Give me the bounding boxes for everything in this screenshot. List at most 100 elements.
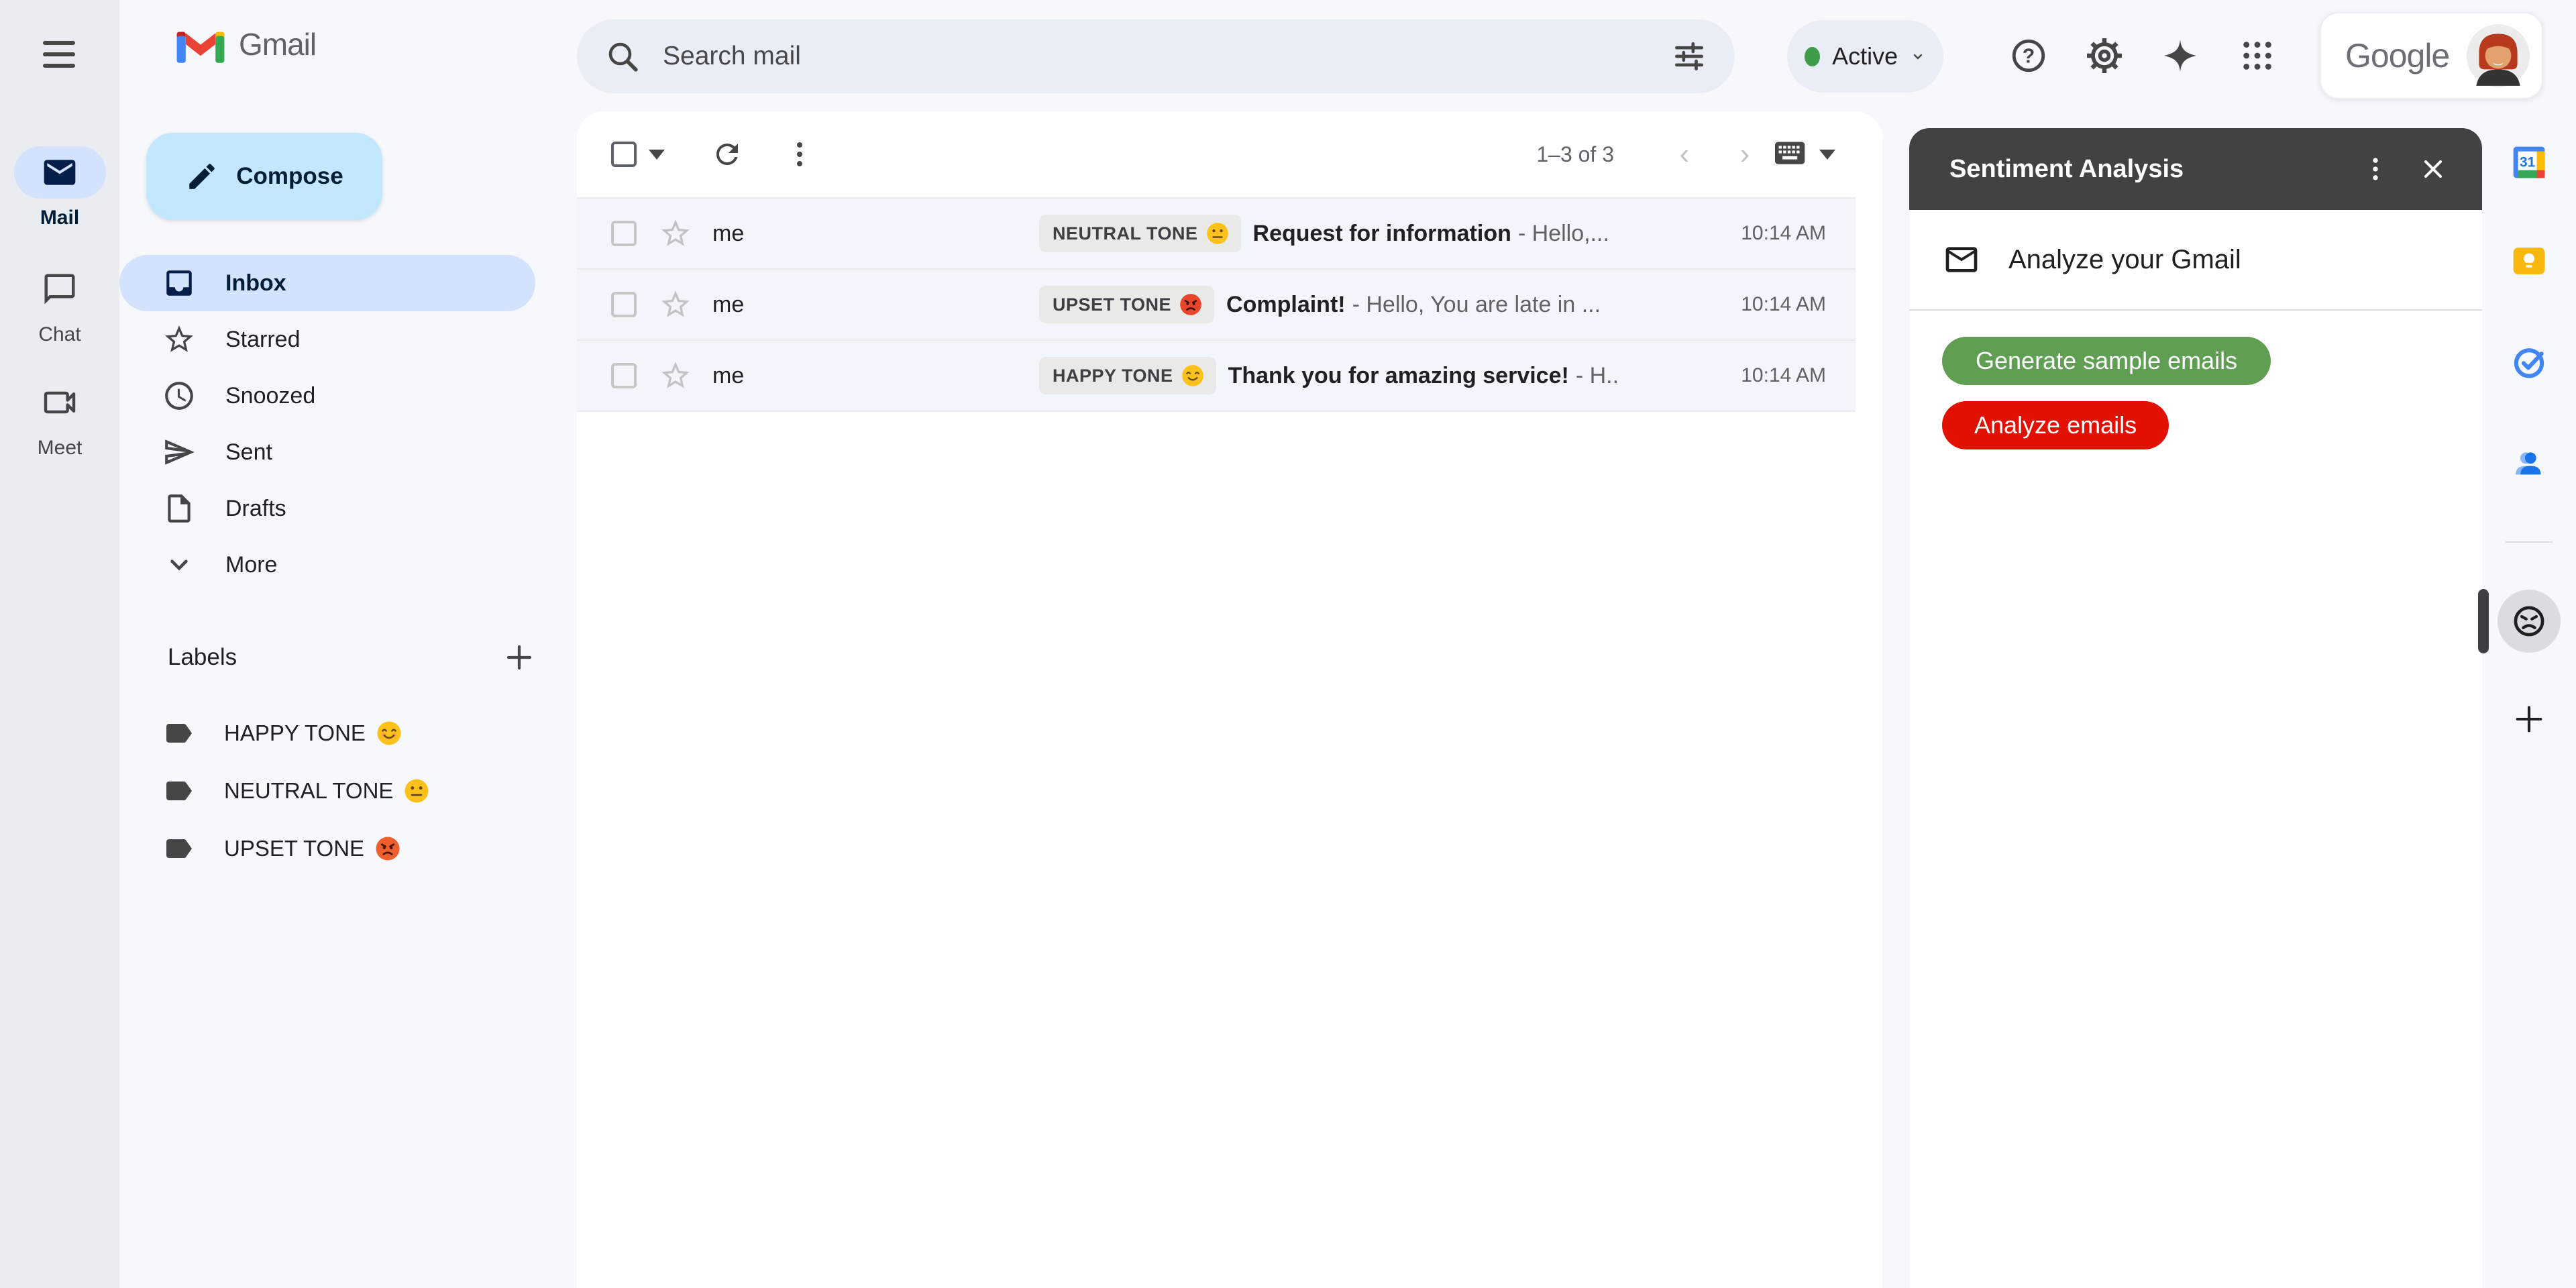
- email-row-neutral[interactable]: me NEUTRAL TONE Request for information …: [577, 199, 1856, 270]
- sidebar-item-inbox[interactable]: Inbox: [119, 255, 535, 311]
- labels-heading: Labels: [168, 644, 237, 671]
- send-icon: [162, 435, 196, 469]
- tone-label-chip[interactable]: NEUTRAL TONE: [1039, 215, 1241, 252]
- sidebar-item-drafts[interactable]: Drafts: [119, 480, 535, 537]
- older-page-button[interactable]: ›: [1715, 138, 1775, 171]
- apps-grid-button[interactable]: [2231, 29, 2284, 83]
- neutral-emoji-icon: [402, 777, 431, 805]
- apps-grid-icon: [2239, 37, 2276, 74]
- sidebar-item-label: Starred: [225, 327, 301, 353]
- neutral-emoji-icon: [1205, 221, 1230, 246]
- tone-label-chip[interactable]: UPSET TONE: [1039, 286, 1214, 323]
- refresh-button[interactable]: [697, 124, 757, 184]
- sidebar-item-more[interactable]: More: [119, 537, 535, 593]
- status-selector[interactable]: Active: [1787, 20, 1943, 93]
- close-icon: [2418, 154, 2448, 184]
- addon-side-rail: 31: [2482, 0, 2576, 1288]
- status-label: Active: [1832, 42, 1898, 70]
- more-options-button[interactable]: [769, 124, 830, 184]
- compose-button[interactable]: Compose: [146, 133, 382, 220]
- help-icon: ?: [2009, 36, 2048, 75]
- input-tools-button[interactable]: [1775, 124, 1835, 184]
- sentiment-addon-button[interactable]: [2482, 590, 2576, 653]
- list-toolbar: 1–3 of 3 ‹ ›: [577, 111, 1882, 197]
- tone-label-chip[interactable]: HAPPY TONE: [1039, 357, 1216, 394]
- panel-title: Sentiment Analysis: [1949, 155, 2347, 184]
- star-icon: [162, 323, 196, 356]
- sidebar-item-label: More: [225, 552, 277, 578]
- google-wordmark: Google: [2345, 36, 2449, 75]
- inbox-icon: [162, 266, 196, 300]
- email-sender: me: [712, 292, 1039, 318]
- select-dropdown-icon[interactable]: [649, 150, 665, 160]
- folder-nav: Inbox Starred Snoozed Sent Drafts: [119, 255, 562, 593]
- email-snippet: - Hello,...: [1518, 221, 1741, 247]
- panel-actions: Generate sample emails Analyze emails: [1909, 311, 2482, 449]
- search-options-icon[interactable]: [1670, 38, 1708, 75]
- sidebar-label-upset-tone[interactable]: UPSET TONE: [119, 820, 562, 877]
- select-all-checkbox[interactable]: [611, 142, 637, 167]
- rail-label-chat: Chat: [0, 323, 119, 346]
- get-addons-button[interactable]: [2482, 698, 2576, 741]
- search-icon[interactable]: [604, 38, 641, 75]
- row-checkbox[interactable]: [611, 363, 637, 388]
- generate-sample-emails-button[interactable]: Generate sample emails: [1942, 337, 2271, 385]
- contacts-button[interactable]: [2482, 445, 2576, 482]
- analyze-gmail-section: Analyze your Gmail: [1909, 210, 2482, 311]
- mail-outline-icon: [1943, 241, 1980, 278]
- help-button[interactable]: ?: [2002, 29, 2055, 83]
- svg-text:?: ?: [2023, 46, 2035, 68]
- angry-emoji-icon: [374, 835, 402, 863]
- labels-header: Labels: [168, 641, 535, 674]
- sidebar: Compose Inbox Starred Snoozed Sent: [119, 111, 577, 1288]
- panel-header: Sentiment Analysis: [1909, 128, 2482, 210]
- star-icon[interactable]: [659, 288, 692, 321]
- main-menu-button[interactable]: [35, 30, 83, 78]
- email-row-happy[interactable]: me HAPPY TONE Thank you for amazing serv…: [577, 341, 1856, 412]
- email-subject: Thank you for amazing service!: [1228, 363, 1569, 389]
- panel-close-button[interactable]: [2404, 140, 2462, 198]
- sidebar-label-neutral-tone[interactable]: NEUTRAL TONE: [119, 762, 562, 820]
- calendar-button[interactable]: 31: [2482, 144, 2576, 181]
- analyze-emails-button[interactable]: Analyze emails: [1942, 401, 2169, 449]
- sidebar-item-sent[interactable]: Sent: [119, 424, 535, 480]
- email-rows: me NEUTRAL TONE Request for information …: [577, 197, 1856, 412]
- row-checkbox[interactable]: [611, 292, 637, 317]
- add-label-button[interactable]: [503, 641, 535, 674]
- sidebar-label-happy-tone[interactable]: HAPPY TONE: [119, 704, 562, 762]
- email-row-upset[interactable]: me UPSET TONE Complaint! - Hello, You ar…: [577, 270, 1856, 341]
- happy-emoji-icon: [375, 719, 403, 747]
- addon-circle: [2498, 590, 2561, 653]
- sidebar-item-label: Drafts: [225, 496, 286, 522]
- gmail-logo: Gmail: [176, 25, 316, 63]
- newer-page-button[interactable]: ‹: [1654, 138, 1715, 171]
- sidebar-item-label: Sent: [225, 439, 272, 466]
- rail-label-meet: Meet: [0, 437, 119, 460]
- plus-icon: [2512, 702, 2546, 737]
- draft-icon: [162, 492, 196, 525]
- sidebar-item-starred[interactable]: Starred: [119, 311, 535, 368]
- three-dot-vertical-icon: [784, 138, 816, 170]
- keep-button[interactable]: [2482, 242, 2576, 280]
- email-list-card: 1–3 of 3 ‹ › me: [577, 111, 1882, 1288]
- sidebar-item-snoozed[interactable]: Snoozed: [119, 368, 535, 424]
- tasks-button[interactable]: [2482, 343, 2576, 380]
- row-checkbox[interactable]: [611, 221, 637, 246]
- email-snippet: - Hello, You are late in ...: [1352, 292, 1741, 318]
- gemini-button[interactable]: [2153, 29, 2207, 83]
- search-input[interactable]: Search mail: [577, 19, 1735, 93]
- email-subject: Complaint!: [1226, 292, 1346, 318]
- email-sender: me: [712, 363, 1039, 389]
- star-icon[interactable]: [659, 217, 692, 250]
- rail-item-chat[interactable]: Chat: [0, 263, 119, 346]
- label-tag-icon: [162, 717, 195, 749]
- chevron-down-icon: [1910, 46, 1926, 66]
- star-icon[interactable]: [659, 359, 692, 392]
- keyboard-icon: [1775, 141, 1807, 168]
- top-bar: Gmail Search mail Active ?: [0, 0, 2576, 111]
- sidebar-item-label: Snoozed: [225, 383, 315, 409]
- rail-item-meet[interactable]: Meet: [0, 376, 119, 460]
- rail-item-mail[interactable]: Mail: [0, 146, 119, 229]
- panel-menu-button[interactable]: [2347, 140, 2404, 198]
- settings-button[interactable]: [2078, 29, 2131, 83]
